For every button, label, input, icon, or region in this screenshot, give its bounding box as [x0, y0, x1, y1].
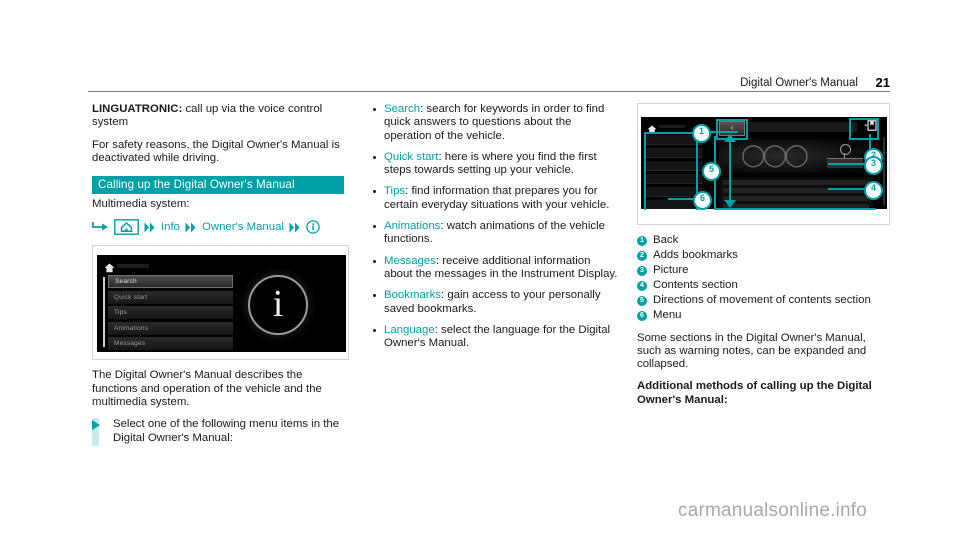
callout-highlight-34	[714, 136, 876, 210]
left-column: LINGUATRONIC: call up via the voice cont…	[92, 103, 350, 447]
nav-step-info[interactable]: Info	[161, 221, 180, 233]
legend-label: Picture	[653, 264, 689, 276]
list-item: Search: search for keywords in order to …	[372, 103, 622, 143]
callout-3: 3	[864, 156, 883, 175]
legend-number: 6	[637, 311, 647, 321]
legend-label: Menu	[653, 309, 682, 321]
info-glyph: i	[272, 283, 284, 326]
middle-column: Search: search for keywords in order to …	[372, 103, 622, 358]
list-item: Animations: watch animations of the vehi…	[372, 220, 622, 247]
info-circle-icon[interactable]	[306, 220, 320, 235]
linguatronic-paragraph: LINGUATRONIC: call up via the voice cont…	[92, 103, 350, 130]
screen-titlebar	[117, 264, 149, 269]
expand-note-paragraph: Some sections in the Digital Owner's Man…	[637, 331, 867, 371]
list-item: Quick start: here is where you find the …	[372, 151, 622, 178]
screen-title-field	[749, 122, 857, 132]
owners-manual-screenshot-diagram: ‹ ◯◯◯ 1 2 3 4 5 6	[637, 103, 890, 225]
page-number: 21	[875, 75, 890, 90]
page-header: Digital Owner's Manual 21	[88, 70, 890, 92]
instruction-block: Select one of the following menu items i…	[92, 418, 350, 447]
legend-label: Contents section	[653, 279, 738, 291]
legend-label: Directions of movement of contents secti…	[653, 294, 871, 306]
callout-5: 5	[702, 162, 721, 181]
multimedia-screenshot-menu: Search Quick start Tips Animations Messa…	[92, 245, 349, 361]
list-item[interactable]: Search	[108, 275, 233, 289]
legend-number: 3	[637, 266, 647, 276]
double-chevron-icon	[144, 222, 156, 233]
legend-row: 4 Contents section	[637, 279, 890, 293]
additional-methods-heading: Additional methods of calling up the Dig…	[637, 380, 872, 406]
triangle-bullet-icon	[92, 420, 100, 431]
screen-menu-list: Search Quick start Tips Animations Messa…	[103, 275, 233, 352]
list-accent-bar	[103, 277, 105, 348]
menu-item-keyword[interactable]: Tips	[384, 185, 405, 197]
double-chevron-icon	[289, 222, 301, 233]
section-heading: Calling up the Digital Owner's Manual	[92, 176, 344, 195]
list-item[interactable]: Messages	[108, 337, 233, 351]
nav-step-owners-manual[interactable]: Owner's Manual	[202, 221, 284, 233]
legend-row: 2 Adds bookmarks	[637, 249, 890, 263]
callout-legend: 1 Back 2 Adds bookmarks 3 Picture 4 Cont…	[637, 234, 890, 323]
list-item[interactable]: Tips	[108, 306, 233, 320]
list-item[interactable]: Animations	[108, 321, 233, 335]
movement-arrow-up-icon	[724, 134, 736, 142]
navigation-path: Info Owner's Manual	[92, 218, 350, 236]
legend-row: 5 Directions of movement of contents sec…	[637, 294, 890, 308]
callout-6: 6	[693, 191, 712, 210]
menu-item-keyword[interactable]: Messages	[384, 255, 436, 267]
right-column: ‹ ◯◯◯ 1 2 3 4 5 6 1 Back 2 Adds bookmark…	[637, 103, 890, 416]
double-chevron-icon	[185, 222, 197, 233]
menu-item-keyword[interactable]: Animations	[384, 220, 440, 232]
legend-row: 6 Menu	[637, 309, 890, 323]
header-divider	[88, 91, 890, 92]
legend-number: 2	[637, 251, 647, 261]
multimedia-system-label: Multimedia system:	[92, 198, 190, 211]
movement-arrow-shaft	[729, 142, 731, 200]
menu-item-keyword[interactable]: Search	[384, 103, 420, 115]
site-watermark: carmanualsonline.info	[678, 500, 868, 521]
menu-item-description: : find information that prepares you for…	[384, 185, 610, 211]
list-item: Bookmarks: gain access to your personall…	[372, 289, 622, 316]
menu-item-keyword[interactable]: Quick start	[384, 151, 438, 163]
home-icon[interactable]	[114, 219, 139, 236]
screen-content: Search Quick start Tips Animations Messa…	[97, 255, 346, 353]
legend-label: Adds bookmarks	[653, 249, 738, 261]
list-item: Language: select the language for the Di…	[372, 324, 622, 351]
safety-note-paragraph: For safety reasons, the Digital Owner's …	[92, 138, 340, 164]
callout-1: 1	[692, 124, 711, 143]
list-item: Tips: find information that prepares you…	[372, 185, 622, 212]
describe-paragraph: The Digital Owner's Manual describes the…	[92, 369, 322, 409]
legend-number: 1	[637, 236, 647, 246]
menu-items-list: Search: search for keywords in order to …	[372, 103, 622, 350]
legend-row: 1 Back	[637, 234, 890, 248]
menu-item-keyword[interactable]: Language	[384, 324, 435, 336]
legend-row: 3 Picture	[637, 264, 890, 278]
legend-label: Back	[653, 234, 679, 246]
movement-arrow-down-icon	[724, 200, 736, 208]
list-item[interactable]: Quick start	[108, 290, 233, 304]
legend-number: 4	[637, 281, 647, 291]
linguatronic-label: LINGUATRONIC:	[92, 103, 183, 115]
screen-scrollbar[interactable]	[883, 137, 885, 205]
page-title: Digital Owner's Manual	[740, 77, 858, 89]
legend-number: 5	[637, 296, 647, 306]
callout-4: 4	[864, 181, 883, 200]
corner-arrow-icon	[92, 221, 109, 234]
menu-item-keyword[interactable]: Bookmarks	[384, 289, 441, 301]
instruction-text: Select one of the following menu items i…	[113, 418, 340, 444]
info-circle-icon: i	[248, 275, 308, 336]
screen-titlebar-stub	[659, 125, 685, 128]
list-item: Messages: receive additional information…	[372, 255, 622, 282]
